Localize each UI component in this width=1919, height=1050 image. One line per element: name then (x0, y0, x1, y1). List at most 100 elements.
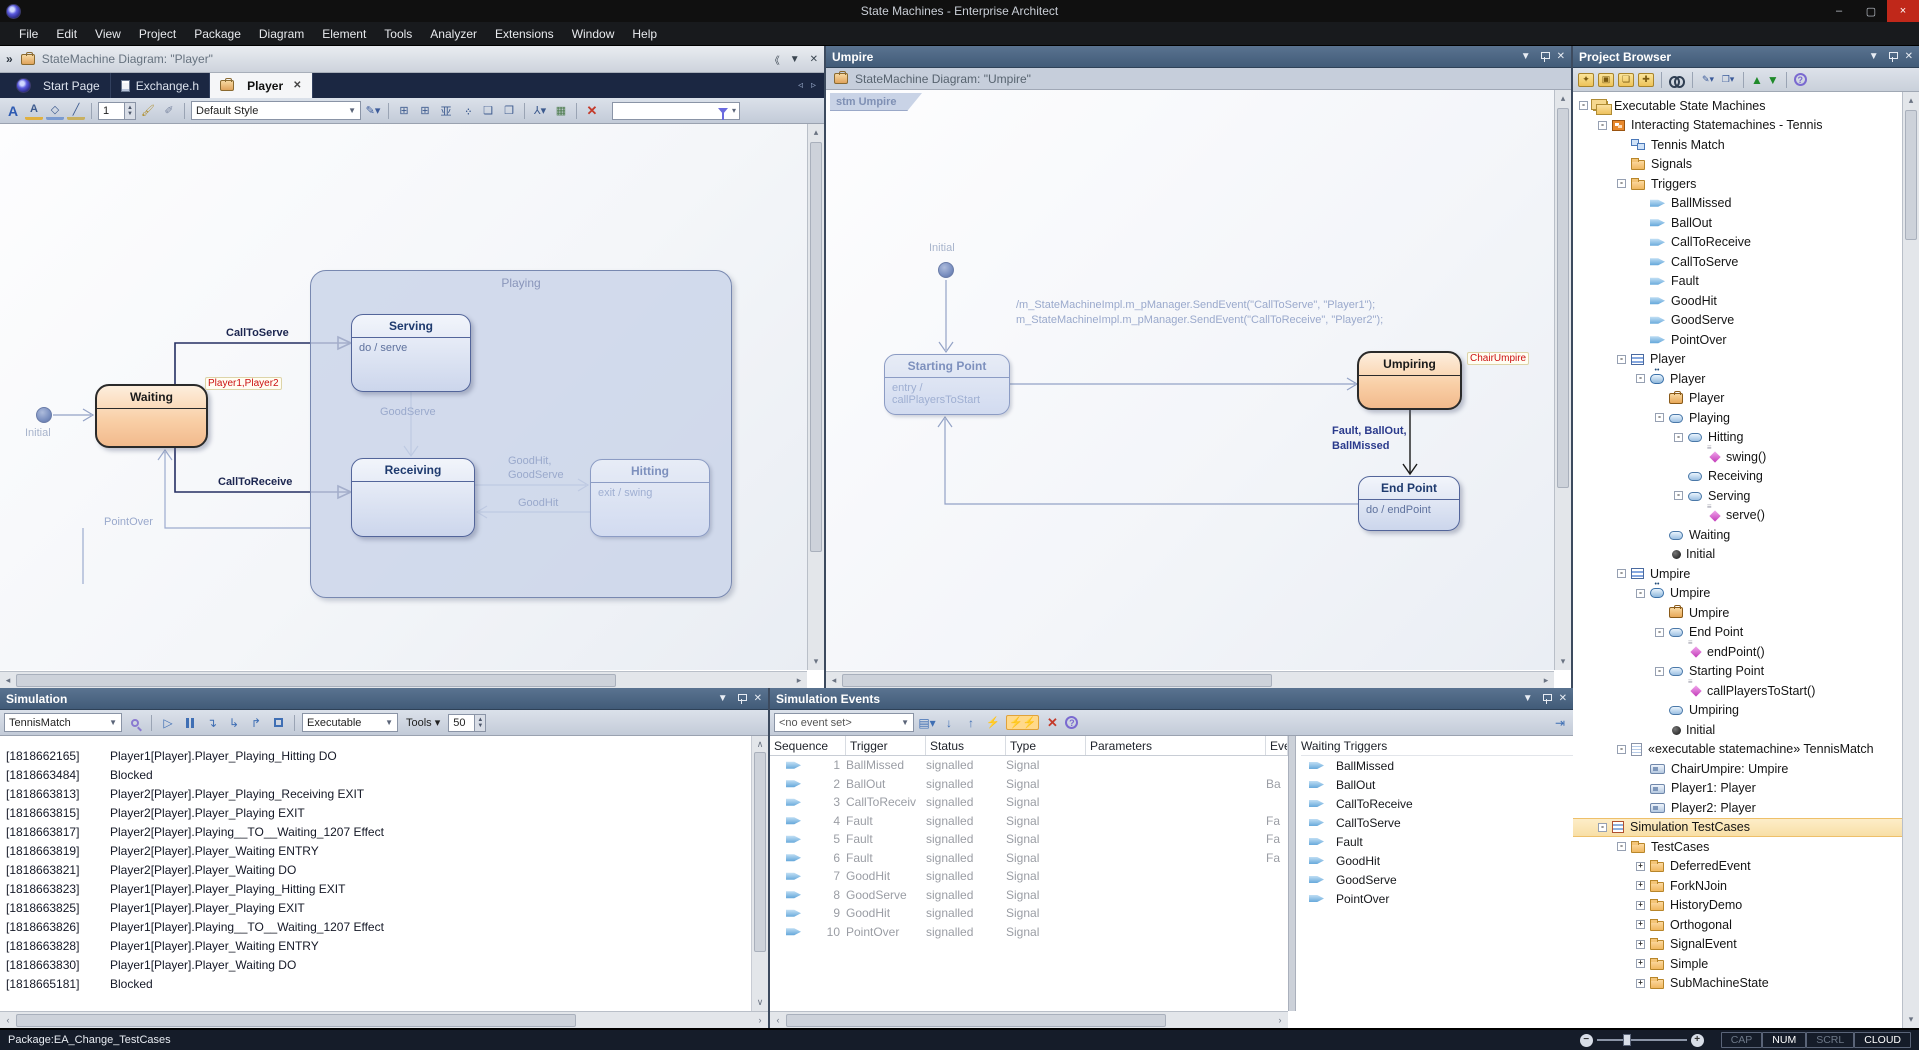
simulation-close-icon[interactable]: ✕ (754, 693, 762, 704)
tree-item-chairumpire-umpire[interactable]: ChairUmpire: Umpire (1573, 759, 1919, 779)
tree-item-serving[interactable]: -Serving (1573, 486, 1919, 506)
umpire-horizontal-scrollbar[interactable]: ◂▸ (826, 671, 1554, 688)
umpire-close-icon[interactable]: ✕ (1557, 51, 1565, 62)
log-row[interactable]: [1818663819]Player2[Player].Player_Waiti… (0, 841, 768, 860)
waiting-trigger-fault[interactable]: Fault (1301, 832, 1573, 851)
umpire-vertical-scrollbar[interactable]: ▴ ▾ (1554, 90, 1571, 670)
move-down-button[interactable]: ▼ (1767, 73, 1779, 87)
new-element-button[interactable]: ✚ (1638, 73, 1654, 87)
speed-spinner[interactable]: 50▲▼ (448, 714, 486, 732)
tree-item-player2-player[interactable]: Player2: Player (1573, 798, 1919, 818)
insert-left-icon[interactable]: ⊞ (395, 102, 413, 120)
menu-item-view[interactable]: View (86, 24, 130, 44)
state-receiving[interactable]: Receiving (351, 458, 475, 537)
tree-item-interacting-statemachines-tennis[interactable]: -Interacting Statemachines - Tennis (1573, 116, 1919, 136)
tree-expander-icon[interactable]: + (1636, 920, 1645, 929)
tree-item-calltoserve[interactable]: CallToServe (1573, 252, 1919, 272)
tree-expander-icon[interactable]: - (1655, 628, 1664, 637)
format-painter-icon[interactable]: 🖌 (139, 102, 157, 120)
state-hitting[interactable]: Hitting exit / swing (590, 459, 710, 537)
menu-item-diagram[interactable]: Diagram (250, 24, 313, 44)
tree-item-forknjoin[interactable]: +ForkNJoin (1573, 876, 1919, 896)
tree-expander-icon[interactable]: + (1636, 862, 1645, 871)
expand-chevrons-icon[interactable]: » (6, 52, 13, 66)
tree-item-triggers[interactable]: -Triggers (1573, 174, 1919, 194)
line-color-button[interactable]: ╱ (67, 102, 85, 120)
tree-item-tennis-match[interactable]: Tennis Match (1573, 135, 1919, 155)
event-row[interactable]: 3CallToReceivsignalledSignal (770, 793, 1288, 812)
tree-item-receiving[interactable]: Receiving (1573, 467, 1919, 487)
tree-item-orthogonal[interactable]: +Orthogonal (1573, 915, 1919, 935)
zoom-slider-thumb[interactable] (1623, 1034, 1631, 1046)
menu-item-element[interactable]: Element (313, 24, 375, 44)
tree-item-waiting[interactable]: Waiting (1573, 525, 1919, 545)
project-browser-pin-icon[interactable] (1888, 52, 1897, 62)
log-row[interactable]: [1818663817]Player2[Player].Playing__TO_… (0, 822, 768, 841)
simulation-header[interactable]: Simulation ▼ ✕ (0, 688, 768, 710)
project-browser-scrollbar[interactable]: ▴ ▾ (1902, 92, 1919, 1028)
waiting-trigger-goodserve[interactable]: GoodServe (1301, 870, 1573, 889)
tree-expander-icon[interactable]: - (1636, 589, 1645, 598)
tree-item-player1-player[interactable]: Player1: Player (1573, 779, 1919, 799)
edit-button[interactable]: ✎▾ (1700, 73, 1716, 87)
events-splitter[interactable] (1288, 736, 1296, 1011)
tree-item-player[interactable]: -Player (1573, 350, 1919, 370)
menu-item-extensions[interactable]: Extensions (486, 24, 563, 44)
log-row[interactable]: [1818662165]Player1[Player].Player_Playi… (0, 746, 768, 765)
waiting-trigger-ballmissed[interactable]: BallMissed (1301, 756, 1573, 775)
tree-item-umpire[interactable]: -Umpire (1573, 584, 1919, 604)
fire-single-event-button[interactable]: ⚡ (984, 714, 1002, 732)
event-list-button[interactable]: ▤▾ (918, 714, 936, 732)
menu-item-edit[interactable]: Edit (47, 24, 86, 44)
zoom-slider[interactable]: − + (1580, 1034, 1704, 1047)
tree-expander-icon[interactable]: - (1617, 569, 1626, 578)
event-row[interactable]: 8GoodServesignalledSignal (770, 886, 1288, 905)
simulation-log[interactable]: ∧ ∨ [1818662165]Player1[Player].Player_P… (0, 736, 768, 1011)
new-diagram-button[interactable]: ❏ (1618, 73, 1634, 87)
player-diagram-canvas[interactable]: Playing Initial Waiting Player1,Player2 … (0, 124, 807, 670)
line-width-spinner[interactable]: 1▲▼ (98, 102, 136, 120)
tree-item-ballout[interactable]: BallOut (1573, 213, 1919, 233)
event-row[interactable]: 7GoodHitsignalledSignal (770, 867, 1288, 886)
tree-expander-icon[interactable]: - (1655, 667, 1664, 676)
simulation-events-header[interactable]: Simulation Events ▼ ✕ (770, 688, 1573, 710)
log-row[interactable]: [1818665181]Blocked (0, 974, 768, 993)
tree-item-submachinestate[interactable]: +SubMachineState (1573, 974, 1919, 994)
log-row[interactable]: [1818663815]Player2[Player].Player_Playi… (0, 803, 768, 822)
menu-item-help[interactable]: Help (623, 24, 666, 44)
tree-expander-icon[interactable]: - (1598, 823, 1607, 832)
align-top-icon[interactable]: 亚 (437, 102, 455, 120)
events-menu-icon[interactable]: ▼ (1523, 693, 1533, 704)
step-over-button[interactable]: ↴ (203, 714, 221, 732)
clear-events-button[interactable]: ✕ (1043, 714, 1061, 732)
simulation-menu-icon[interactable]: ▼ (718, 693, 728, 704)
umpire-dock-header[interactable]: Umpire ▼ ✕ (826, 46, 1571, 68)
tree-item-goodhit[interactable]: GoodHit (1573, 291, 1919, 311)
tree-item-player[interactable]: -Player (1573, 369, 1919, 389)
tree-item-endpoint-[interactable]: endPoint() (1573, 642, 1919, 662)
tree-item-player[interactable]: Player (1573, 389, 1919, 409)
tree-expander-icon[interactable]: - (1579, 101, 1588, 110)
simulation-pin-icon[interactable] (737, 694, 746, 704)
log-row[interactable]: [1818663823]Player1[Player].Player_Playi… (0, 879, 768, 898)
log-row[interactable]: [1818663484]Blocked (0, 765, 768, 784)
copy-button[interactable]: ❐▾ (1720, 73, 1736, 87)
log-row[interactable]: [1818663830]Player1[Player].Player_Waiti… (0, 955, 768, 974)
tree-item--executable-statemachine-tennismatch[interactable]: -«executable statemachine» TennisMatch (1573, 740, 1919, 760)
tab-close-icon[interactable]: ✕ (293, 80, 301, 91)
tab-exchange-h[interactable]: Exchange.h (111, 73, 210, 98)
tree-expander-icon[interactable]: - (1617, 355, 1626, 364)
tree-item-historydemo[interactable]: +HistoryDemo (1573, 896, 1919, 916)
project-browser-header[interactable]: Project Browser ▼ ✕ (1573, 46, 1919, 68)
column-header-parameters[interactable]: Parameters (1086, 736, 1266, 755)
tree-item-executable-state-machines[interactable]: -Executable State Machines (1573, 96, 1919, 116)
tree-item-testcases[interactable]: -TestCases (1573, 837, 1919, 857)
tree-expander-icon[interactable]: - (1617, 179, 1626, 188)
send-back-icon[interactable]: ❏ (479, 102, 497, 120)
stop-button[interactable] (269, 714, 287, 732)
tree-item-calltoreceive[interactable]: CallToReceive (1573, 233, 1919, 253)
player-vertical-scrollbar[interactable]: ▴ ▾ (807, 124, 824, 670)
close-button[interactable]: × (1887, 0, 1919, 22)
tree-expander-icon[interactable]: + (1636, 901, 1645, 910)
tree-item-playing[interactable]: -Playing (1573, 408, 1919, 428)
